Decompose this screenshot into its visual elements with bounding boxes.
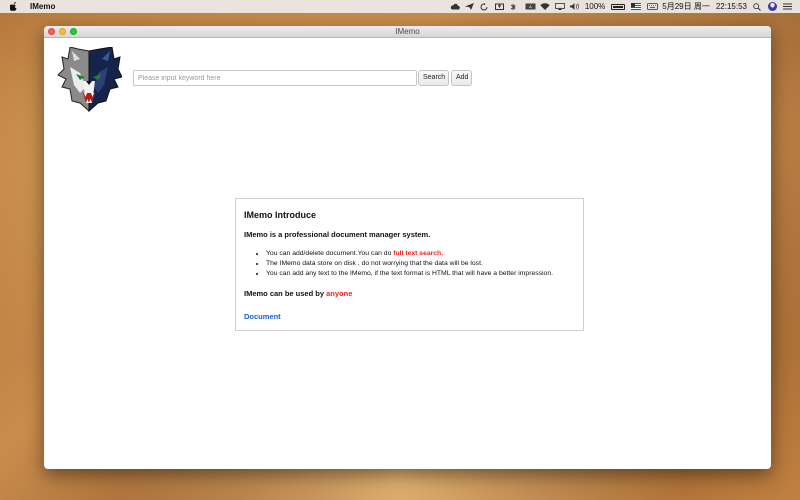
intro-title: IMemo Introduce <box>244 210 317 220</box>
menu-app-name[interactable]: IMemo <box>30 2 55 11</box>
window-titlebar[interactable]: IMemo <box>44 26 771 38</box>
bluetooth-icon[interactable] <box>510 3 519 11</box>
list-item: You can add any text to the IMemo, if th… <box>266 269 575 279</box>
notification-list-icon[interactable] <box>783 3 792 10</box>
list-item: The IMemo data store on disk , do not wo… <box>266 259 575 269</box>
volume-icon[interactable] <box>569 3 579 10</box>
usage-text: IMemo can be used by <box>244 289 327 298</box>
search-input[interactable] <box>133 70 417 86</box>
feature-text: The IMemo data store on disk , do not wo… <box>266 260 483 267</box>
wifi-icon[interactable] <box>540 3 550 10</box>
send-icon[interactable] <box>464 3 474 10</box>
add-button[interactable]: Add <box>451 70 472 86</box>
battery-percent[interactable]: 100% <box>585 2 605 11</box>
display-icon[interactable]: A <box>525 3 536 10</box>
minimize-window-button[interactable] <box>59 28 66 35</box>
airplay-icon[interactable] <box>554 3 565 10</box>
close-window-button[interactable] <box>48 28 55 35</box>
page-content: Search Add IMemo Introduce IMemo is a pr… <box>44 38 771 469</box>
menu-date[interactable]: 5月29日 周一 <box>662 1 710 12</box>
upload-icon[interactable] <box>494 3 504 10</box>
intro-panel: IMemo Introduce IMemo is a professional … <box>235 198 584 331</box>
feature-text: You can add/delete document.You can do <box>266 250 394 257</box>
document-link[interactable]: Document <box>244 312 281 321</box>
battery-icon[interactable] <box>611 3 626 10</box>
list-item: You can add/delete document.You can do f… <box>266 249 575 259</box>
spotlight-search-icon[interactable] <box>753 3 762 11</box>
app-window: IMemo Please input keyword here Search A… <box>44 26 771 469</box>
menu-time[interactable]: 22:15:53 <box>716 2 747 11</box>
siri-icon[interactable] <box>768 2 777 11</box>
menu-bar: IMemo A 100% 5月29日 周一 22:15:53 <box>0 0 800 13</box>
usage-line: IMemo can be used by anyone <box>244 289 575 298</box>
sync-icon[interactable] <box>480 3 489 11</box>
feature-text: You can add any text to the IMemo, if th… <box>266 270 553 277</box>
window-title: IMemo <box>395 27 420 36</box>
cloud-icon[interactable] <box>450 3 460 10</box>
apple-icon[interactable] <box>10 2 18 12</box>
feature-highlight: full text search. <box>393 250 444 257</box>
intro-subtitle: IMemo is a professional document manager… <box>244 230 431 239</box>
us-flag-icon[interactable] <box>631 3 642 10</box>
keyboard-icon[interactable] <box>647 3 659 10</box>
search-button[interactable]: Search <box>418 70 449 86</box>
usage-highlight: anyone <box>326 289 353 298</box>
maximize-window-button[interactable] <box>70 28 77 35</box>
window-controls <box>48 28 77 35</box>
wolf-logo <box>56 46 123 113</box>
feature-list: You can add/delete document.You can do f… <box>244 249 575 279</box>
svg-text:A: A <box>529 4 532 9</box>
menu-status-area: A 100% 5月29日 周一 22:15:53 <box>450 0 792 13</box>
